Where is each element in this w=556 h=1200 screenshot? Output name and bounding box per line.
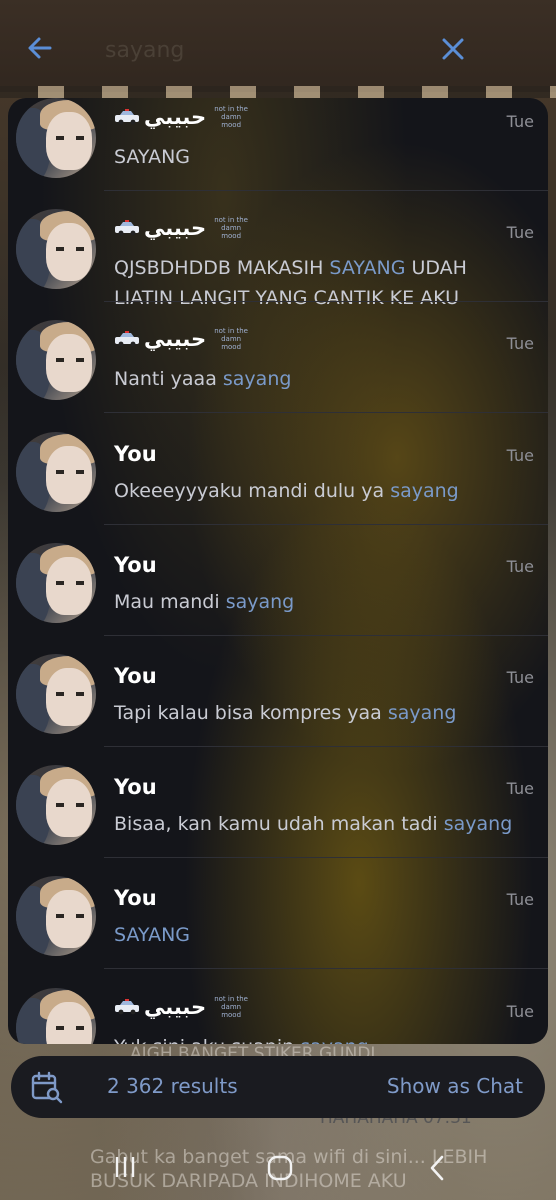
search-result-row[interactable]: You Tue SAYANG [8, 858, 548, 970]
sender-name-group: حبيبي not in the damn mood [114, 992, 248, 1022]
sender-status: not in the damn mood [214, 327, 248, 352]
sender-status: not in the damn mood [214, 216, 248, 241]
search-match: sayang [225, 590, 295, 613]
sender-name: حبيبي [144, 327, 207, 352]
search-result-row[interactable]: حبيبي not in the damn mood Tue SAYANG [8, 98, 548, 191]
sender-status: not in the damn mood [214, 994, 248, 1019]
search-query[interactable]: sayang [105, 38, 184, 63]
search-match: SAYANG [114, 924, 190, 947]
message-snippet: SAYANG [114, 920, 524, 950]
search-match: sayang [222, 368, 292, 391]
message-snippet: Nanti yaaa sayang [114, 364, 524, 394]
search-result-row[interactable]: You Tue Mau mandi sayang [8, 525, 548, 636]
avatar [16, 765, 96, 846]
police-car-emoji-icon [115, 998, 139, 1014]
message-snippet: Tapi kalau bisa kompres yaa sayang [114, 698, 524, 728]
avatar [16, 431, 96, 512]
police-car-emoji-icon [115, 220, 139, 236]
message-time: Tue [506, 890, 534, 910]
message-text: Okeeeyyyaku mandi dulu ya [114, 479, 391, 502]
sender-name: حبيبي [144, 994, 207, 1019]
back-nav-icon[interactable] [426, 1154, 448, 1182]
message-snippet: Mau mandi sayang [114, 587, 524, 617]
message-text: Yuk sini aku suapin [114, 1036, 300, 1044]
search-results-panel[interactable]: حبيبي not in the damn mood Tue SAYANG حبيبي n… [8, 98, 548, 1044]
avatar [16, 320, 96, 401]
search-match: sayang [387, 702, 457, 724]
avatar [16, 209, 96, 290]
avatar [16, 98, 96, 178]
close-icon[interactable] [438, 34, 468, 64]
search-match: sayang [443, 813, 513, 836]
calendar-search-icon[interactable] [29, 1070, 63, 1104]
message-text: Bisaa, kan kamu udah makan tadi [114, 813, 444, 836]
avatar [16, 542, 96, 623]
message-snippet: Bisaa, kan kamu udah makan tadi sayang [114, 809, 524, 839]
avatar [16, 654, 96, 734]
search-match: sayang [390, 479, 459, 502]
avatar [16, 987, 96, 1044]
police-car-emoji-icon [115, 331, 139, 347]
message-snippet: Yuk sini aku suapin sayang [114, 1032, 524, 1044]
results-count: 2 362 results [107, 1074, 238, 1098]
home-icon[interactable] [266, 1154, 294, 1182]
sender-name: You [114, 664, 157, 688]
message-text: SAYANG [114, 146, 190, 168]
police-car-emoji-icon [115, 109, 139, 125]
search-match: SAYANG [329, 257, 406, 280]
message-text: Tapi kalau bisa kompres yaa [114, 702, 388, 724]
message-time: Tue [506, 1001, 534, 1021]
message-text: Nanti yaaa [114, 368, 223, 391]
sender-name: You [114, 775, 157, 800]
sender-name-group: حبيبي not in the damn mood [114, 213, 248, 243]
message-time: Tue [506, 779, 534, 799]
recent-apps-icon[interactable] [112, 1154, 138, 1180]
sender-name-group: حبيبي not in the damn mood [114, 102, 248, 132]
message-time: Tue [506, 223, 534, 243]
search-results-bar: 2 362 results Show as Chat [11, 1056, 545, 1118]
message-time: Tue [506, 445, 534, 465]
search-result-row[interactable]: حبيبي not in the damn mood Tue QJSBDHDDB MA… [8, 191, 548, 309]
sender-name: You [114, 441, 157, 466]
message-snippet: Okeeeyyyaku mandi dulu ya sayang [114, 476, 524, 506]
avatar [16, 876, 96, 957]
show-as-chat-button[interactable]: Show as Chat [387, 1074, 523, 1098]
search-result-row[interactable]: You Tue Bisaa, kan kamu udah makan tadi sa… [8, 747, 548, 859]
search-result-row[interactable]: حبيبي not in the damn mood Tue Yuk sini aku… [8, 970, 548, 1044]
sender-status: not in the damn mood [214, 105, 248, 129]
search-header: sayang [0, 0, 556, 92]
system-navigation-bar [0, 1140, 556, 1200]
sender-name: حبيبي [144, 105, 207, 129]
search-result-row[interactable]: You Tue Tapi kalau bisa kompres yaa sayang [8, 636, 548, 747]
message-text: QJSBDHDDB MAKASIH [114, 257, 330, 280]
message-time: Tue [506, 556, 534, 576]
sender-name-group: حبيبي not in the damn mood [114, 324, 248, 354]
search-match: sayang [300, 1036, 369, 1044]
background-image-strip [0, 86, 556, 98]
message-time: Tue [506, 334, 534, 354]
search-result-row[interactable]: حبيبي not in the damn mood Tue Nanti yaaa s… [8, 302, 548, 414]
message-snippet: SAYANG [114, 142, 524, 172]
arrow-left-icon[interactable] [24, 32, 56, 64]
message-time: Tue [506, 668, 534, 687]
message-time: Tue [506, 112, 534, 131]
sender-name: حبيبي [144, 216, 207, 241]
search-result-row[interactable]: You Tue Okeeeyyyaku mandi dulu ya sayang [8, 414, 548, 525]
sender-name: You [114, 552, 157, 577]
message-text: Mau mandi [114, 590, 226, 613]
sender-name: You [114, 886, 157, 911]
